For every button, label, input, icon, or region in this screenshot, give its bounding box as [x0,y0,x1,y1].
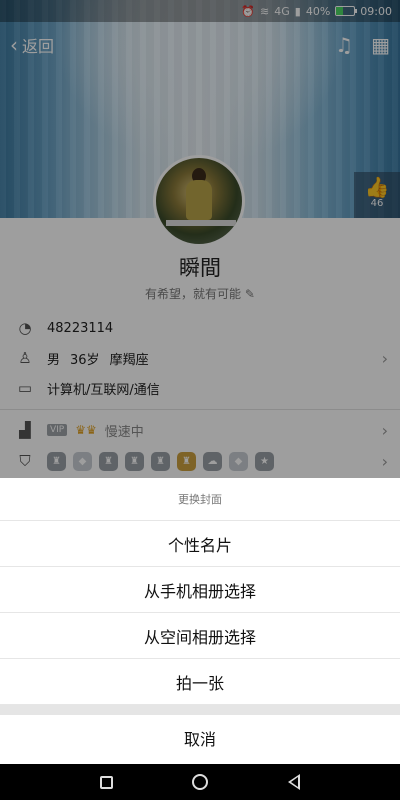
sheet-separator [0,705,400,715]
phone-album-option[interactable]: 从手机相册选择 [0,567,400,613]
qzone-album-option[interactable]: 从空间相册选择 [0,613,400,659]
recent-apps-button[interactable] [99,775,113,789]
sheet-title: 更换封面 [0,478,400,521]
cancel-button[interactable]: 取消 [0,715,400,761]
change-cover-sheet: 更换封面 个性名片 从手机相册选择 从空间相册选择 拍一张 取消 [0,478,400,764]
modal-backdrop[interactable] [0,0,400,478]
system-back-button[interactable] [288,774,301,790]
business-card-option[interactable]: 个性名片 [0,521,400,567]
take-photo-option[interactable]: 拍一张 [0,659,400,705]
home-button[interactable] [192,774,209,790]
system-nav-bar [0,764,400,800]
